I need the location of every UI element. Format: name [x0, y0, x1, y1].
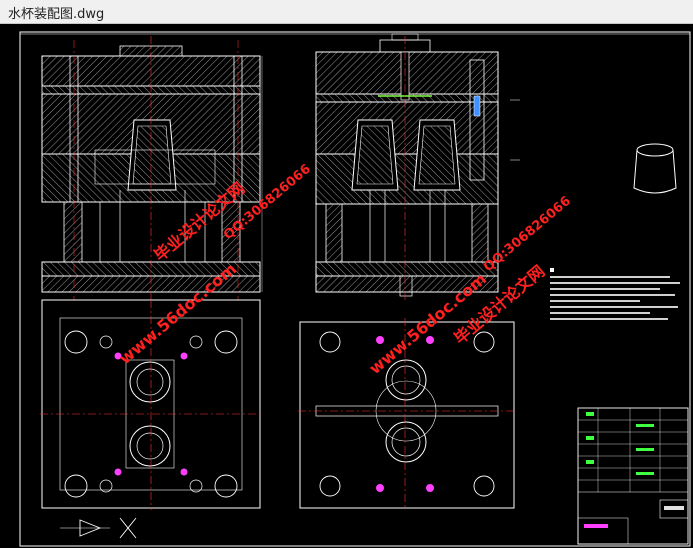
watermark-right-qq: QQ:306826066 — [481, 194, 574, 275]
projection-symbol — [60, 517, 137, 539]
cad-drawing: www.56doc.com 毕业设计论文网 QQ:306826066 www.5… — [19, 31, 691, 547]
watermark-right-qq-text: QQ:306826066 — [481, 194, 574, 275]
window-title: 水杯装配图.dwg — [8, 7, 105, 22]
drawing-canvas[interactable]: www.56doc.com 毕业设计论文网 QQ:306826066 www.5… — [0, 24, 693, 548]
technical-notes — [550, 268, 680, 320]
cup-part-view — [633, 143, 677, 194]
title-block — [577, 407, 689, 545]
title-bar: 水杯装配图.dwg — [0, 0, 693, 24]
left-section-view — [41, 36, 263, 300]
